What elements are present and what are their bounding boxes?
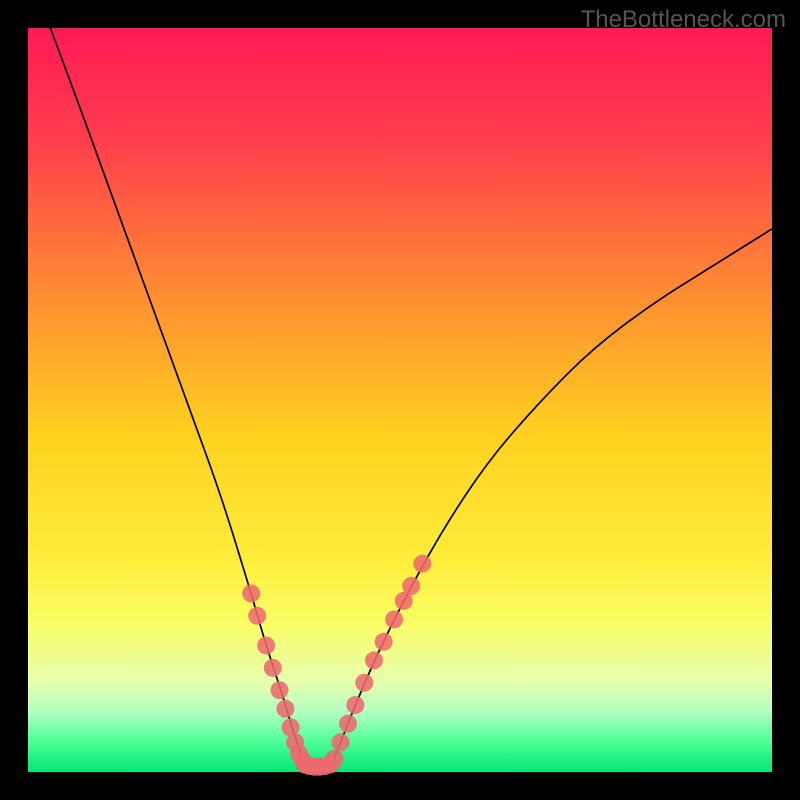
bead [355,674,373,692]
bead [339,715,357,733]
plot-area [28,28,772,772]
bead [375,633,393,651]
bead [248,607,266,625]
chart-svg [0,0,800,800]
chart-container: TheBottleneck.com [0,0,800,800]
bead [270,681,288,699]
bead [257,637,275,655]
bead [276,700,294,718]
bead [264,659,282,677]
bead [402,577,420,595]
bead [413,555,431,573]
bead [346,696,364,714]
bead [385,610,403,628]
bead [326,750,344,768]
bead [242,584,260,602]
watermark-text: TheBottleneck.com [581,6,786,34]
bead [365,651,383,669]
bead [331,733,349,751]
